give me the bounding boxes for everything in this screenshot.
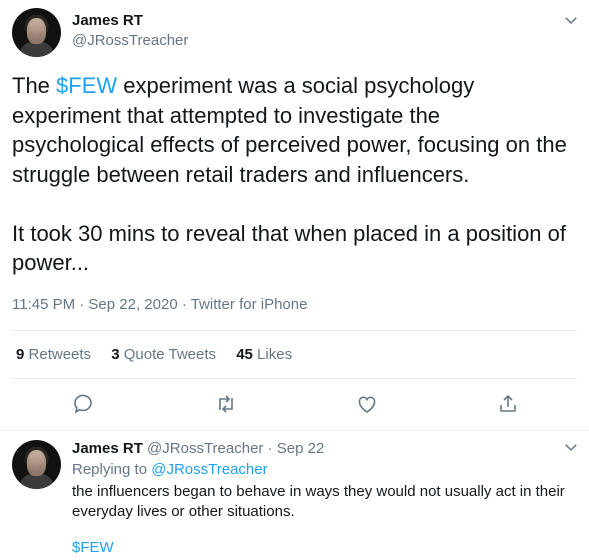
- tweet-timestamp[interactable]: 11:45 PM · Sep 22, 2020 · Twitter for iP…: [12, 296, 307, 313]
- reply-avatar[interactable]: [12, 440, 61, 489]
- tweet-paragraph-2: It took 30 mins to reveal that when plac…: [12, 220, 566, 276]
- reply-header: James RT @JRossTreacher · Sep 22: [72, 440, 324, 457]
- likes-count: 45: [236, 346, 253, 363]
- tweet-text: The $FEW experiment was a social psychol…: [12, 71, 577, 278]
- author-handle[interactable]: @JRossTreacher: [72, 32, 188, 49]
- cashtag-link[interactable]: $FEW: [56, 73, 117, 98]
- tweet-text-prefix: The: [12, 73, 57, 98]
- tweet-paragraph-1: The $FEW experiment was a social psychol…: [12, 71, 577, 189]
- reply-date[interactable]: · Sep 22: [268, 440, 325, 457]
- divider: [0, 430, 589, 431]
- likes-stat[interactable]: 45 Likes: [236, 346, 292, 363]
- divider: [12, 330, 577, 331]
- retweets-label: Retweets: [28, 346, 92, 363]
- quote-label: Quote Tweets: [123, 346, 217, 363]
- divider: [12, 378, 577, 379]
- replying-to-link[interactable]: @JRossTreacher: [151, 461, 267, 478]
- quote-count: 3: [111, 346, 120, 363]
- action-bar: [0, 392, 589, 416]
- replying-prefix: Replying to: [72, 461, 152, 478]
- quote-tweets-stat[interactable]: 3 Quote Tweets: [111, 346, 216, 363]
- reply-icon[interactable]: [71, 392, 95, 416]
- retweet-icon[interactable]: [214, 392, 238, 416]
- reply-cashtag-link[interactable]: $FEW: [72, 539, 114, 556]
- retweets-count: 9: [16, 346, 25, 363]
- likes-label: Likes: [257, 346, 293, 363]
- replying-to: Replying to @JRossTreacher: [72, 461, 268, 478]
- author-name[interactable]: James RT: [72, 12, 143, 29]
- retweets-stat[interactable]: 9 Retweets: [16, 346, 91, 363]
- share-icon[interactable]: [496, 392, 520, 416]
- chevron-down-icon[interactable]: [562, 438, 580, 456]
- avatar[interactable]: [12, 8, 61, 57]
- reply-author-name[interactable]: James RT: [72, 440, 143, 457]
- reply-text: the influencers began to behave in ways …: [72, 483, 565, 520]
- like-icon[interactable]: [355, 392, 379, 416]
- tweet-stats: 9 Retweets 3 Quote Tweets 45 Likes: [16, 346, 308, 363]
- chevron-down-icon[interactable]: [562, 11, 580, 29]
- reply-author-handle[interactable]: @JRossTreacher: [147, 440, 263, 457]
